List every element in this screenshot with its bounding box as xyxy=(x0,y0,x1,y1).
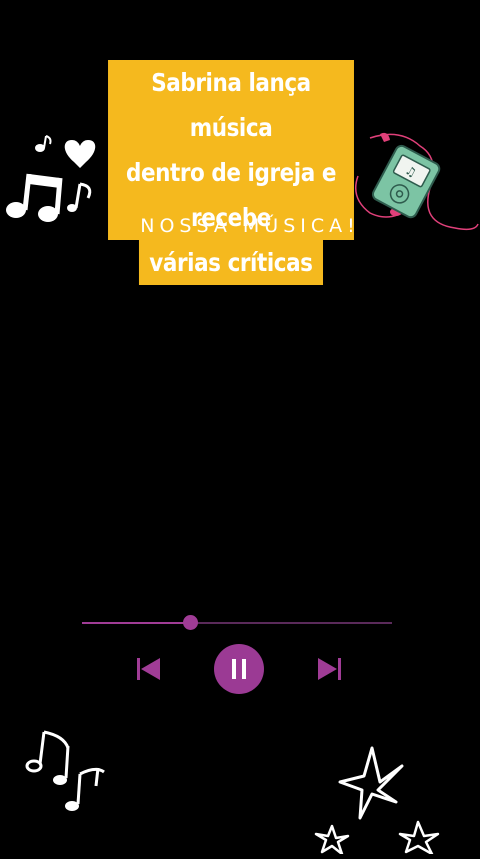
progress-knob[interactable] xyxy=(182,615,198,630)
next-button[interactable] xyxy=(316,655,344,688)
headline-line-3: várias críticas xyxy=(139,240,323,285)
headline-line-1: Sabrina lança música xyxy=(108,60,354,150)
pause-icon xyxy=(229,659,249,679)
skip-previous-icon xyxy=(137,658,160,680)
headline-banner: Sabrina lança música dentro de igreja e … xyxy=(88,60,374,285)
pause-button[interactable] xyxy=(214,644,264,694)
music-notes-icon xyxy=(24,728,114,823)
subtitle: NOSSA MÚSICA! xyxy=(140,215,360,237)
skip-next-icon xyxy=(318,658,341,680)
previous-button[interactable] xyxy=(134,655,162,688)
progress-fill xyxy=(82,622,191,624)
progress-bar[interactable] xyxy=(82,615,392,630)
stars-icon xyxy=(310,742,450,859)
